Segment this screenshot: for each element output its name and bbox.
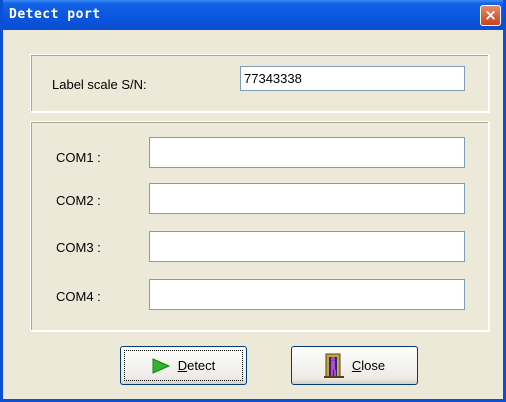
title-bar[interactable]: Detect port × [3, 0, 503, 30]
detect-focus-rect [124, 350, 243, 381]
scale-serial-input[interactable] [240, 66, 465, 91]
com3-label: COM3 : [56, 240, 101, 255]
close-button-label: Close [352, 358, 385, 373]
com1-label: COM1 : [56, 150, 101, 165]
detect-port-dialog: Detect port × Label scale S/N: COM1 : CO… [0, 0, 506, 402]
scale-serial-label: Label scale S/N: [52, 77, 147, 92]
window-close-icon[interactable]: × [480, 5, 501, 26]
com2-field[interactable] [149, 183, 465, 214]
window-title: Detect port [9, 7, 101, 22]
com4-label: COM4 : [56, 289, 101, 304]
close-label-rest: lose [361, 358, 386, 373]
detect-button[interactable]: Detect [120, 346, 247, 385]
com4-field[interactable] [149, 279, 465, 310]
com1-field[interactable] [149, 137, 465, 168]
com3-field[interactable] [149, 231, 465, 262]
close-mnemonic: C [351, 358, 362, 373]
close-button[interactable]: Close [291, 346, 418, 385]
door-exit-icon [323, 353, 344, 378]
com2-label: COM2 : [56, 193, 101, 208]
